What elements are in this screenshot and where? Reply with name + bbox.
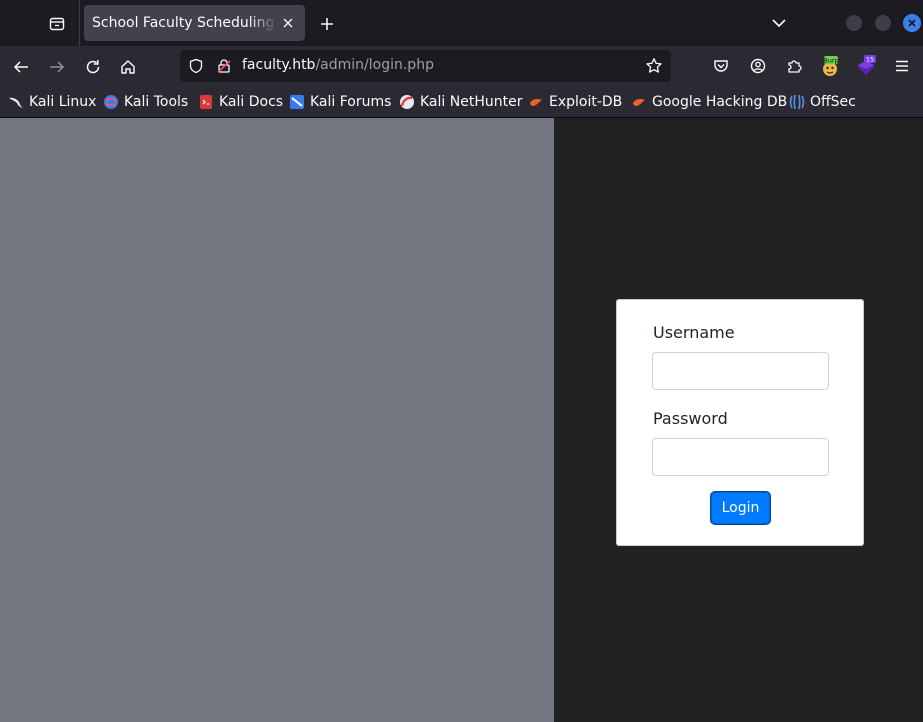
badge-extension-button[interactable]: 15: [853, 52, 879, 80]
kali-docs-icon: [200, 95, 212, 109]
url-text[interactable]: faculty.htb/admin/login.php: [242, 57, 434, 73]
url-bar[interactable]: faculty.htb/admin/login.php: [180, 50, 671, 82]
arrow-left-icon: [13, 61, 28, 73]
bookmarks-toolbar: Kali Linux Kali Tools Kali Docs Kali For…: [0, 86, 923, 118]
kali-nethunter-icon: [400, 95, 414, 109]
account-button[interactable]: [745, 52, 771, 80]
burp-extension-icon: Burp: [823, 56, 839, 76]
offsec-icon: [789, 94, 805, 110]
close-icon: [283, 18, 293, 28]
burp-extension-button[interactable]: Burp: [817, 52, 843, 80]
firefox-view-icon: [49, 17, 65, 31]
username-label: Username: [653, 323, 735, 342]
url-host: faculty.htb: [242, 57, 316, 73]
account-icon: [750, 58, 766, 74]
bookmark-star-button[interactable]: [645, 57, 663, 79]
bookmark-kali-docs[interactable]: Kali Docs: [198, 92, 283, 112]
left-background-panel: [0, 118, 554, 722]
puzzle-icon: [788, 60, 802, 73]
ghdb-icon: [633, 99, 645, 106]
pocket-button[interactable]: [708, 52, 734, 80]
tab-title: School Faculty Scheduling System: [92, 15, 277, 31]
tab-separator: [79, 0, 80, 46]
bookmark-label: Kali NetHunter: [420, 94, 523, 110]
bookmark-kali-nethunter[interactable]: Kali NetHunter: [399, 92, 522, 112]
bookmark-kali-tools[interactable]: Kali Tools: [103, 92, 188, 112]
password-label: Password: [653, 409, 728, 428]
bookmark-google-hacking-db[interactable]: Google Hacking DB: [631, 92, 787, 112]
page-content: Username Password Login: [0, 118, 923, 722]
bookmark-label: Kali Tools: [124, 94, 189, 110]
home-button[interactable]: [114, 53, 142, 81]
hamburger-menu-icon: [896, 60, 908, 72]
pocket-icon: [714, 60, 728, 72]
app-menu-button[interactable]: [889, 52, 915, 80]
extensions-button[interactable]: [781, 52, 807, 80]
bookmark-label: Kali Docs: [219, 94, 284, 110]
firefox-view-button[interactable]: [44, 11, 70, 37]
kali-forums-icon: [290, 95, 304, 109]
reload-button[interactable]: [79, 53, 107, 81]
list-all-tabs-button[interactable]: [767, 11, 791, 35]
new-tab-button[interactable]: [314, 11, 340, 37]
window-minimize-button[interactable]: [846, 15, 862, 31]
burp-label: Burp: [823, 57, 838, 65]
kali-tools-icon: [104, 95, 118, 109]
back-button[interactable]: [7, 53, 35, 81]
tab-strip: School Faculty Scheduling System: [0, 0, 923, 46]
reload-icon: [86, 60, 100, 74]
exploit-db-icon: [530, 99, 542, 106]
close-icon: [908, 19, 916, 27]
insecure-lock-icon[interactable]: [216, 58, 232, 78]
plus-icon: [321, 18, 333, 30]
tracking-protection-icon[interactable]: [188, 58, 204, 78]
url-path: /admin/login.php: [315, 57, 434, 73]
login-card: Username Password Login: [616, 299, 864, 546]
star-icon: [646, 58, 662, 73]
password-input[interactable]: [652, 438, 829, 476]
window-close-button[interactable]: [903, 14, 921, 32]
bookmark-label: Kali Linux: [29, 94, 97, 110]
bookmark-label: Kali Forums: [310, 94, 392, 110]
username-input[interactable]: [652, 352, 829, 390]
cube-extension-icon: 15: [858, 55, 876, 75]
bookmark-kali-linux[interactable]: Kali Linux: [8, 92, 96, 112]
bookmark-kali-forums[interactable]: Kali Forums: [289, 92, 391, 112]
kali-dragon-icon: [9, 97, 23, 108]
bookmark-offsec[interactable]: OffSec: [789, 92, 856, 112]
tab-active[interactable]: School Faculty Scheduling System: [84, 5, 305, 41]
chevron-down-icon: [772, 19, 786, 28]
bookmark-exploit-db[interactable]: Exploit-DB: [528, 92, 622, 112]
bookmark-label: Google Hacking DB: [652, 94, 788, 110]
tab-close-button[interactable]: [279, 14, 297, 32]
arrow-right-icon: [50, 61, 65, 73]
extension-badge-count: 15: [866, 56, 874, 64]
home-icon: [121, 60, 135, 74]
forward-button[interactable]: [43, 53, 71, 81]
bookmark-label: Exploit-DB: [549, 94, 623, 110]
window-maximize-button[interactable]: [875, 15, 891, 31]
bookmark-label: OffSec: [810, 94, 856, 110]
navigation-toolbar: faculty.htb/admin/login.php Burp 15: [0, 46, 923, 86]
login-button[interactable]: Login: [711, 492, 770, 524]
